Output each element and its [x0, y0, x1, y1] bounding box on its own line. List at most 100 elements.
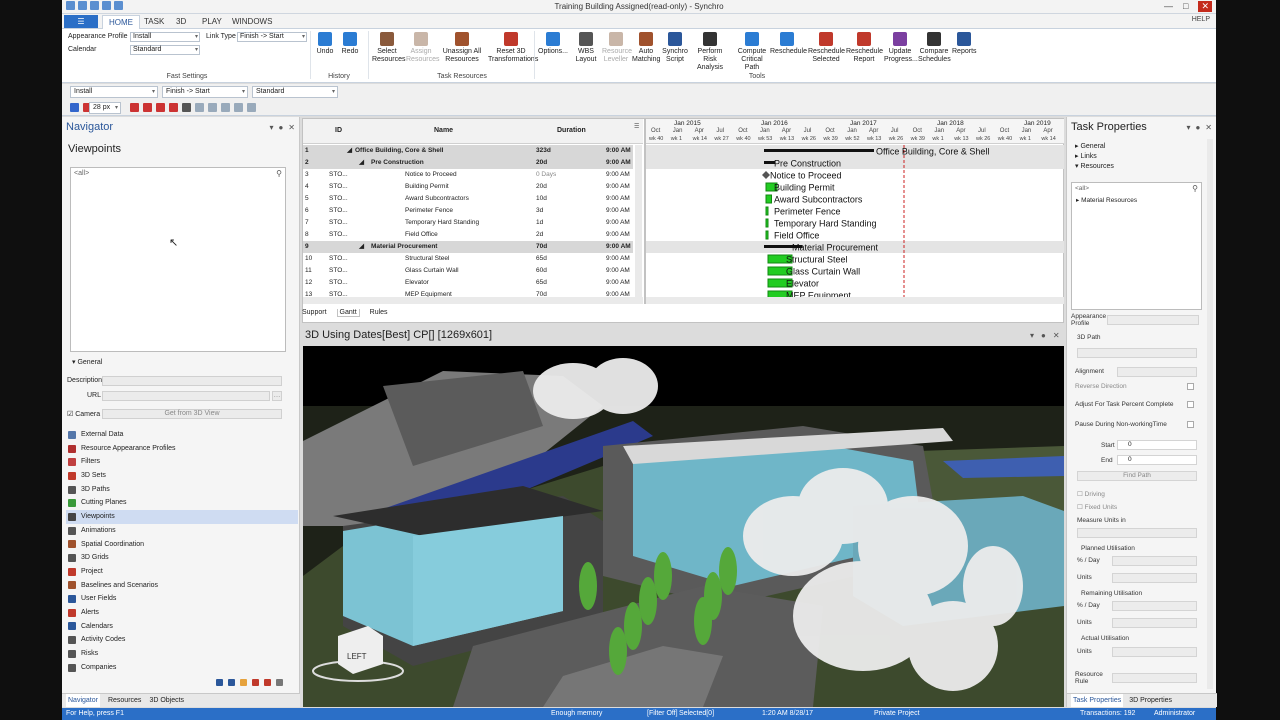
pin-icon[interactable]: ● — [278, 123, 283, 132]
sidebar-item-cutting-planes[interactable]: Cutting Planes — [66, 496, 298, 510]
calendar-combo[interactable]: Standard ▾ — [252, 86, 338, 98]
planned-per-day-field[interactable] — [1112, 556, 1197, 566]
table-row[interactable]: 5 STO... Award Subcontractors 10d 9:00 AM — [303, 193, 633, 205]
adjust-checkbox[interactable] — [1187, 401, 1194, 408]
collapse-icon[interactable]: ◢ — [347, 145, 352, 157]
tab-gantt[interactable]: Gantt — [336, 309, 360, 317]
tree-resources[interactable]: ▾ Resources — [1075, 162, 1114, 170]
sidebar-item-calendars[interactable]: Calendars — [66, 620, 298, 634]
collapse-icon[interactable]: ◢ — [359, 241, 364, 253]
more-icon[interactable] — [276, 679, 283, 686]
get-from-3d-button[interactable]: Get from 3D View — [102, 409, 282, 419]
list-red-icon[interactable] — [252, 679, 259, 686]
description-field[interactable] — [102, 376, 282, 386]
url-browse-button[interactable]: … — [272, 391, 282, 401]
pin-icon[interactable]: ● — [1041, 331, 1046, 340]
milestone-marker[interactable] — [762, 171, 770, 179]
file-menu-button[interactable]: ☰ — [64, 15, 98, 28]
table-row[interactable]: 11 STO... Glass Curtain Wall 60d 9:00 AM — [303, 265, 633, 277]
task-bar[interactable] — [765, 206, 769, 216]
tools-button-5[interactable]: Perform Risk Analysis — [690, 32, 730, 72]
actual-units-field[interactable] — [1112, 647, 1197, 657]
remaining-per-day-field[interactable] — [1112, 601, 1197, 611]
tools-button-2[interactable]: Resource Leveller — [602, 32, 632, 64]
table-row[interactable]: 2 ◢ Pre Construction 20d 9:00 AM — [303, 157, 633, 169]
gantt-chart[interactable]: Office Building, Core & Shell Pre Constru… — [646, 145, 1064, 297]
close-icon[interactable]: ✕ — [1205, 123, 1212, 132]
sidebar-item-project[interactable]: Project — [66, 565, 298, 579]
outdent-icon[interactable] — [208, 103, 217, 112]
table-row[interactable]: 1 ◢ Office Building, Core & Shell 323d 9:00 … — [303, 145, 633, 157]
link-icon[interactable] — [130, 103, 139, 112]
sidebar-item-external-data[interactable]: External Data — [66, 428, 298, 442]
viewpoints-list[interactable]: <all> ⚲ ↖ — [70, 167, 286, 352]
start-field[interactable]: 0 — [1117, 440, 1197, 450]
task-bar[interactable] — [765, 194, 772, 204]
reverse-direction-checkbox[interactable] — [1187, 383, 1194, 390]
sidebar-item-spatial-coordination[interactable]: Spatial Coordination — [66, 538, 298, 552]
resources-list[interactable]: <all> ⚲ ▸ Material Resources — [1071, 182, 1202, 310]
tools-button-9[interactable]: Reschedule Report — [846, 32, 883, 64]
task-resources-button-3[interactable]: Reset 3D Transformations — [488, 32, 538, 64]
maximize-icon[interactable]: □ — [1183, 1, 1188, 12]
remaining-units-field[interactable] — [1112, 618, 1197, 628]
help-button[interactable]: HELP — [1192, 16, 1210, 23]
tools-button-4[interactable]: Synchro Script — [662, 32, 688, 64]
tab-3d-properties[interactable]: 3D Properties — [1129, 694, 1172, 707]
sidebar-item-baselines-and-scenarios[interactable]: Baselines and Scenarios — [66, 579, 298, 593]
appearance-profile-field[interactable] — [1107, 315, 1199, 325]
task-resources-button-2[interactable]: Unassign All Resources — [439, 32, 485, 64]
close-icon[interactable]: ✕ — [288, 123, 295, 132]
table-row[interactable]: 8 STO... Field Office 2d 9:00 AM — [303, 229, 633, 241]
redo-button[interactable]: Redo — [339, 32, 361, 56]
table-row[interactable]: 10 STO... Structural Steel 65d 9:00 AM — [303, 253, 633, 265]
bell-icon[interactable] — [240, 679, 247, 686]
tools-button-6[interactable]: Compute Critical Path — [734, 32, 770, 72]
arrange-icon[interactable] — [221, 103, 230, 112]
column-name-header[interactable]: Name — [434, 127, 453, 134]
list-icon[interactable] — [216, 679, 223, 686]
summary-bar[interactable] — [764, 149, 874, 152]
pen-icon[interactable] — [182, 103, 191, 112]
camera-checkbox[interactable]: ☑ — [67, 411, 75, 418]
record-icon[interactable] — [264, 679, 271, 686]
table-row[interactable]: 9 ◢ Material Procurement 70d 9:00 AM — [303, 241, 633, 253]
view-cube-label[interactable]: LEFT — [347, 652, 367, 661]
profile-combo[interactable]: Install ▾ — [70, 86, 158, 98]
chevron-down-icon[interactable]: ▾ — [1186, 123, 1190, 132]
measure-units-field[interactable] — [1077, 528, 1197, 538]
planned-units-field[interactable] — [1112, 573, 1197, 583]
calendar-select[interactable]: Standard ▾ — [130, 45, 200, 55]
chart-hscrollbar[interactable] — [646, 297, 1064, 304]
table-row[interactable]: 7 STO... Temporary Hard Standing 1d 9:00 AM — [303, 217, 633, 229]
table-row[interactable]: 6 STO... Perimeter Fence 3d 9:00 AM — [303, 205, 633, 217]
general-section-header[interactable]: ▾ General — [72, 358, 102, 366]
resources-filter[interactable]: <all> — [1075, 185, 1089, 192]
split-icon[interactable] — [169, 103, 178, 112]
search-icon[interactable]: ⚲ — [276, 169, 282, 178]
sidebar-item-companies[interactable]: Companies — [66, 661, 298, 675]
tools-button-12[interactable]: Reports — [952, 32, 977, 56]
tools-button-1[interactable]: WBS Layout — [572, 32, 600, 64]
resource-rule-field[interactable] — [1112, 673, 1197, 683]
sidebar-item-3d-sets[interactable]: 3D Sets — [66, 469, 298, 483]
pause-checkbox[interactable] — [1187, 421, 1194, 428]
driving-checkbox[interactable]: ☐ — [1077, 491, 1085, 498]
close-icon[interactable]: ✕ — [1053, 331, 1060, 340]
task-resources-button-0[interactable]: Select Resources — [372, 32, 405, 64]
user-icon[interactable] — [228, 679, 235, 686]
collapse-icon[interactable]: ◢ — [359, 157, 364, 169]
refresh-icon[interactable] — [234, 103, 243, 112]
tree-links[interactable]: ▸ Links — [1075, 152, 1097, 160]
unlink-icon[interactable] — [247, 103, 256, 112]
close-icon[interactable]: ✕ — [1198, 1, 1212, 12]
viewpoints-filter[interactable]: <all> — [74, 170, 89, 177]
alignment-field[interactable] — [1117, 367, 1197, 377]
column-chooser-icon[interactable]: ☰ — [634, 123, 639, 130]
end-field[interactable]: 0 — [1117, 455, 1197, 465]
undo-button[interactable]: Undo — [314, 32, 336, 56]
tab-home[interactable]: HOME — [102, 15, 140, 29]
tab-task-properties[interactable]: Task Properties — [1071, 694, 1124, 707]
task-bar[interactable] — [765, 230, 769, 240]
column-id-header[interactable]: ID — [335, 127, 342, 134]
